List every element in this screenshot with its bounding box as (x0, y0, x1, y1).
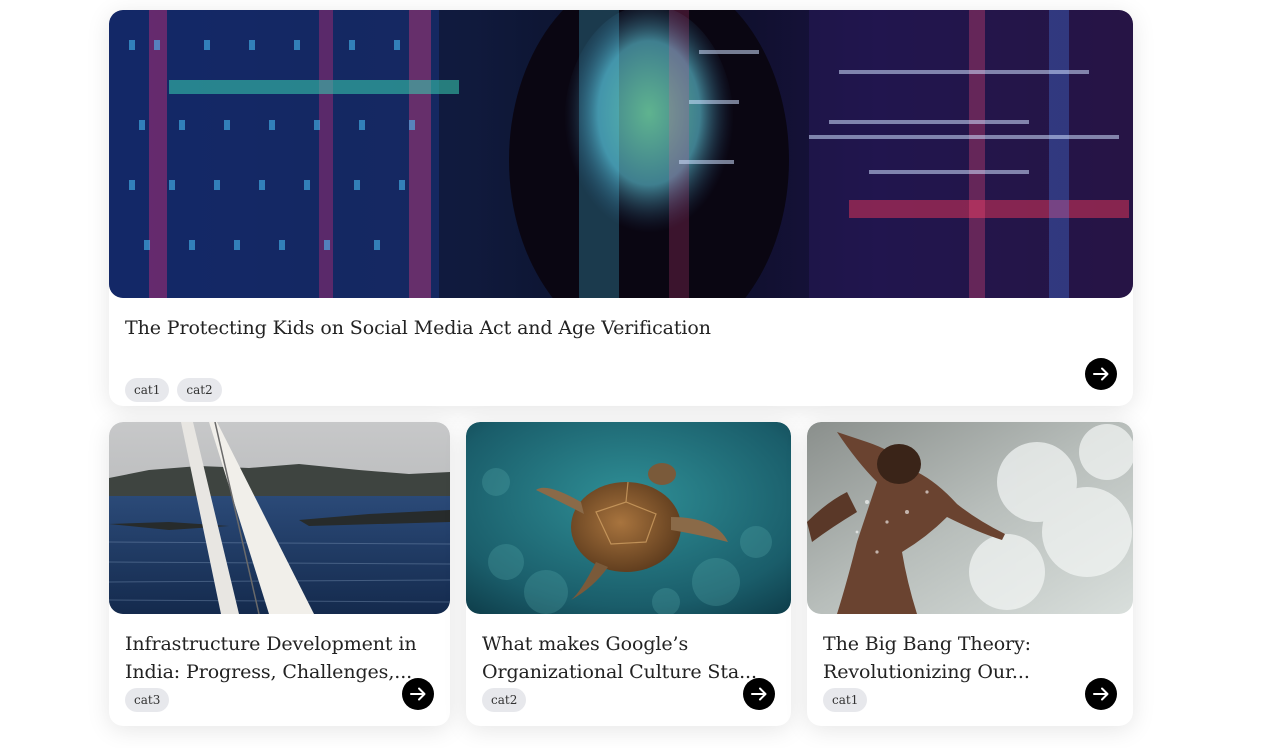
featured-article-card[interactable]: The Protecting Kids on Social Media Act … (109, 10, 1133, 406)
featured-article-title[interactable]: The Protecting Kids on Social Media Act … (125, 314, 1025, 342)
read-more-button[interactable] (1085, 358, 1117, 390)
article-title[interactable]: What makes Google’s Organizational Cultu… (482, 630, 775, 686)
featured-article-image[interactable] (109, 10, 1133, 298)
arrow-right-icon (751, 687, 767, 701)
article-image[interactable] (466, 422, 791, 614)
read-more-button[interactable] (743, 678, 775, 710)
article-image[interactable] (109, 422, 450, 614)
tag-chip[interactable]: cat2 (177, 378, 222, 402)
article-card[interactable]: Infrastructure Development in India: Pro… (109, 422, 450, 726)
arrow-right-icon (1093, 367, 1109, 381)
read-more-button[interactable] (402, 678, 434, 710)
article-card[interactable]: What makes Google’s Organizational Cultu… (466, 422, 791, 726)
article-title[interactable]: The Big Bang Theory: Revolutionizing Our… (823, 630, 1117, 686)
tag-list: cat2 (482, 688, 527, 712)
blog-page: The Protecting Kids on Social Media Act … (0, 0, 1265, 748)
read-more-button[interactable] (1085, 678, 1117, 710)
arrow-right-icon (1093, 687, 1109, 701)
featured-tag-list: cat1 cat2 (125, 378, 222, 402)
article-card[interactable]: The Big Bang Theory: Revolutionizing Our… (807, 422, 1133, 726)
arrow-right-icon (410, 687, 426, 701)
tag-chip[interactable]: cat1 (125, 378, 170, 402)
tag-chip[interactable]: cat3 (125, 688, 170, 712)
tag-chip[interactable]: cat2 (482, 688, 527, 712)
article-title[interactable]: Infrastructure Development in India: Pro… (125, 630, 434, 686)
article-image[interactable] (807, 422, 1133, 614)
tag-chip[interactable]: cat1 (823, 688, 868, 712)
tag-list: cat3 (125, 688, 170, 712)
tag-list: cat1 (823, 688, 868, 712)
